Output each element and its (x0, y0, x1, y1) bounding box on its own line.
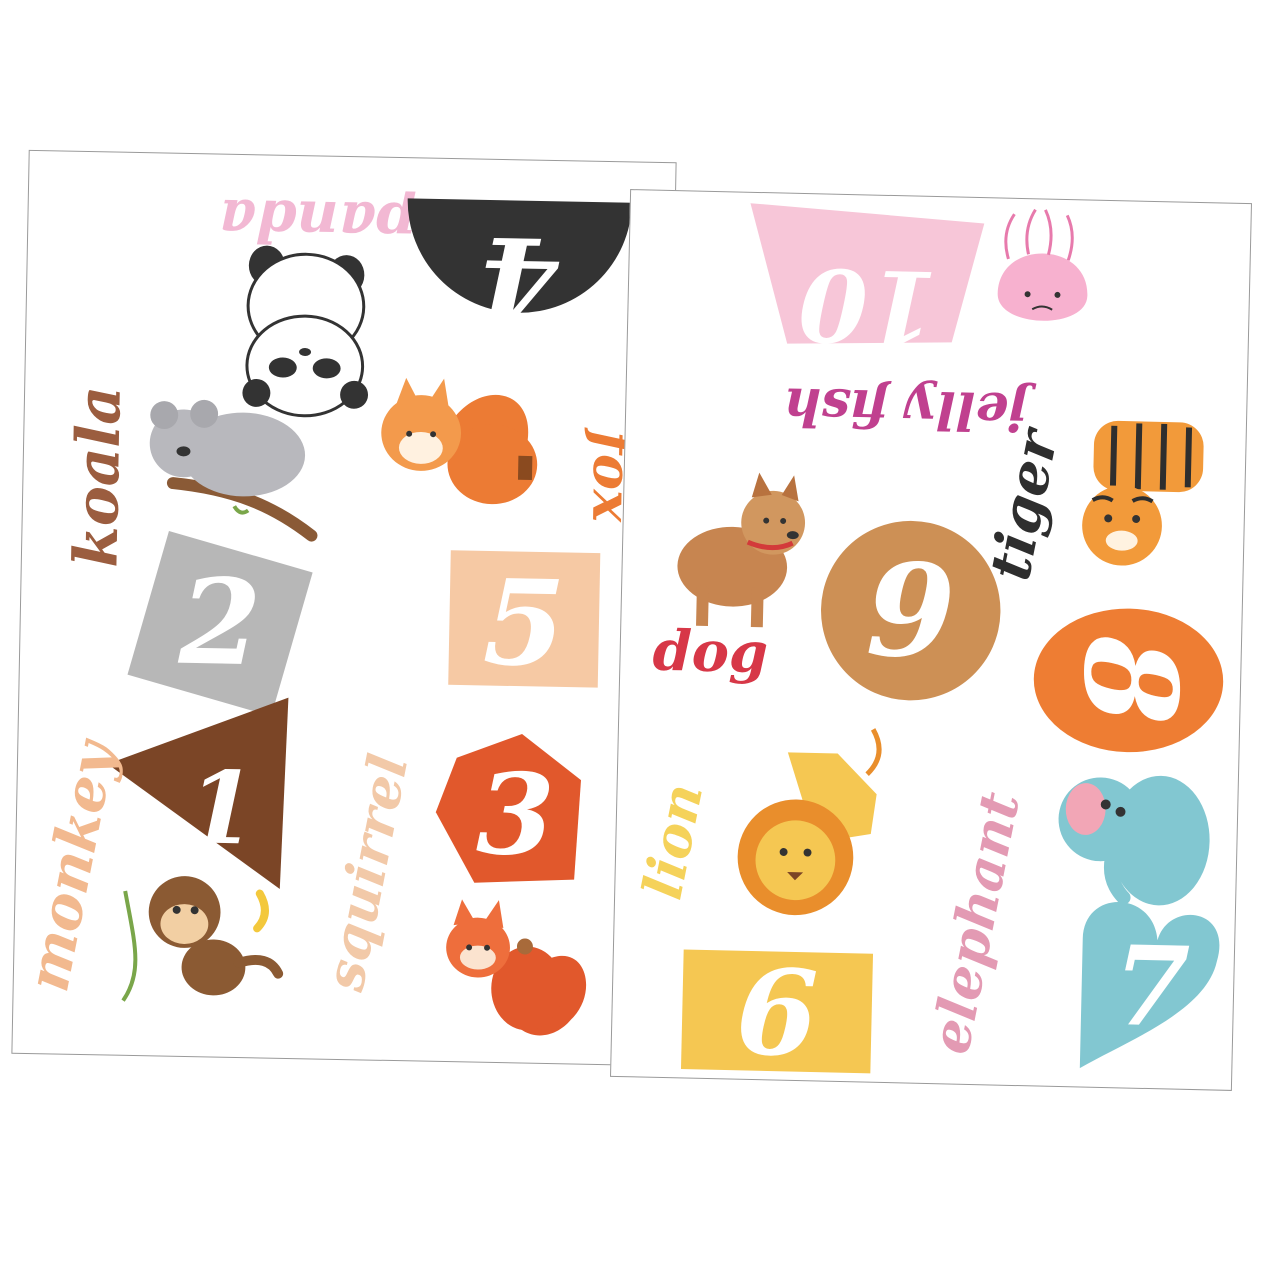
fox-icon (381, 377, 538, 505)
monkey-icon (121, 876, 284, 1002)
number-3: 3 (475, 749, 555, 881)
elephant-icon (1058, 775, 1210, 906)
lion-word: lion (630, 778, 715, 904)
panda-icon (242, 245, 369, 418)
number-2: 2 (177, 553, 262, 693)
jellyfish-icon (997, 208, 1088, 321)
dog-icon (677, 472, 806, 628)
lion-icon (737, 728, 882, 916)
monkey-word: monkey (13, 733, 129, 997)
koala-icon (149, 399, 318, 542)
panda-word: panda (218, 186, 417, 258)
koala-word: koala (61, 385, 134, 568)
elephant-word: elephant (917, 787, 1032, 1059)
tiger-icon (1082, 420, 1204, 566)
dog-word: dog (652, 619, 769, 687)
sheet-right-art: 10 jelly fish tiger 9 8 dog lion 6 eleph… (630, 203, 1224, 1083)
number-4: 4 (477, 210, 561, 350)
sticker-sheet-left: panda 4 koala 2 fox 5 1 monkey squirrel … (11, 149, 677, 1067)
squirrel-word: squirrel (311, 749, 420, 997)
squirrel-icon (446, 899, 587, 1036)
number-9: 9 (865, 535, 957, 687)
number-10: 10 (797, 245, 938, 366)
jellyfish-word: jelly fish (783, 375, 1037, 442)
sticker-sheet-right: 10 jelly fish tiger 9 8 dog lion 6 eleph… (610, 189, 1252, 1091)
number-1: 1 (186, 748, 258, 867)
tiger-word: tiger (978, 421, 1072, 585)
number-6: 6 (734, 943, 819, 1083)
sheet-left-art: panda 4 koala 2 fox 5 1 monkey squirrel … (13, 186, 646, 1036)
number-7: 7 (1112, 921, 1191, 1052)
number-8: 8 (1054, 633, 1206, 726)
number-5: 5 (482, 554, 566, 694)
